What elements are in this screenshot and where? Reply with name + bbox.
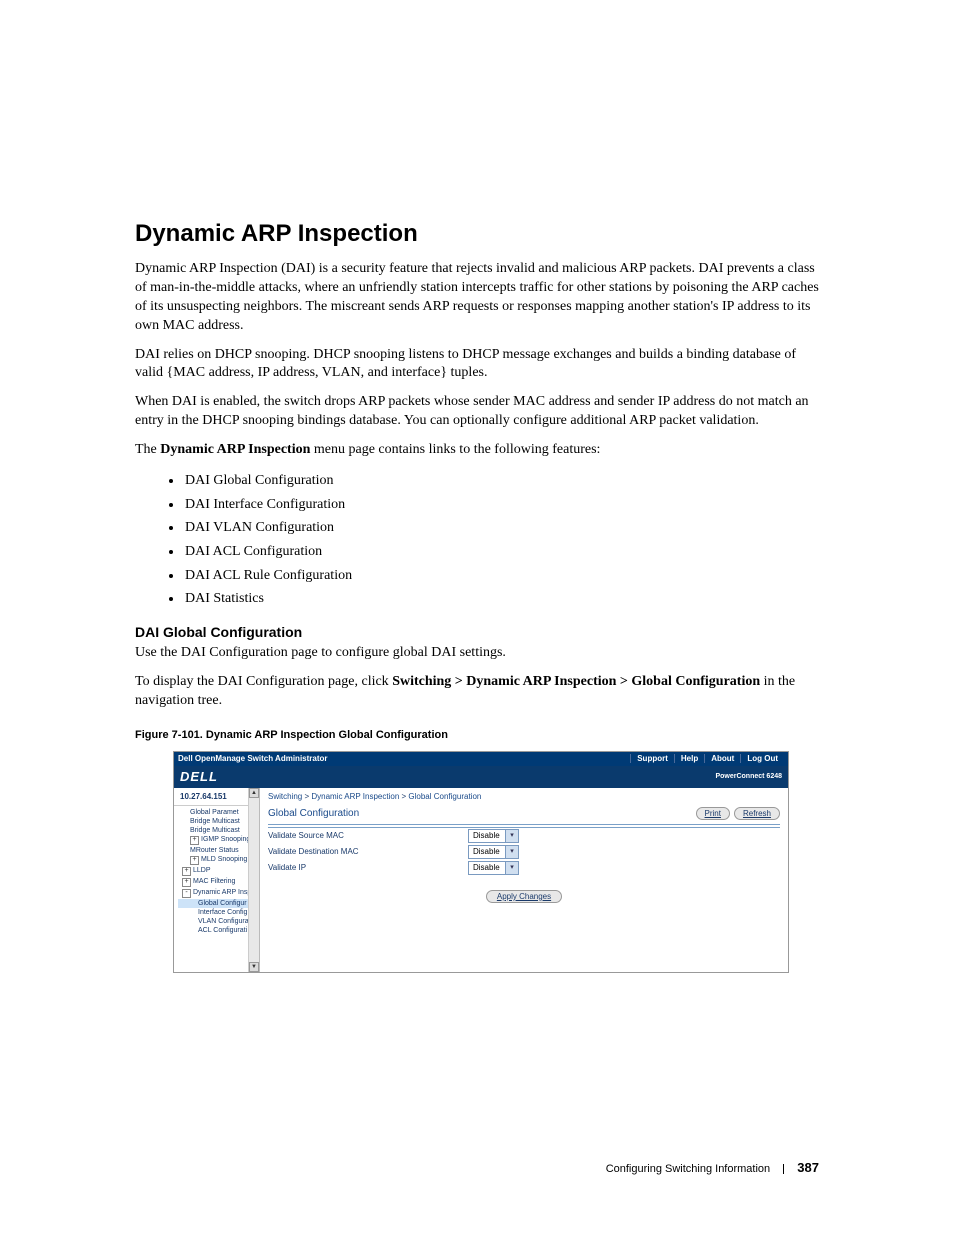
sidebar-scrollbar[interactable]: ▲ ▼ xyxy=(248,788,259,972)
text-run-bold: Switching > Dynamic ARP Inspection > Glo… xyxy=(392,674,760,689)
nav-tree: Global Paramet Bridge Multicast Bridge Mul… xyxy=(174,806,259,937)
support-link[interactable]: Support xyxy=(630,754,674,763)
expand-icon[interactable]: + xyxy=(182,878,191,887)
window-title: Dell OpenManage Switch Administrator xyxy=(178,754,328,763)
nav-tree-label: Global Paramet xyxy=(190,809,239,816)
page-footer: Configuring Switching Information 387 xyxy=(606,1160,819,1175)
nav-tree-item[interactable]: Global Paramet xyxy=(178,808,259,817)
nav-tree-label: MAC Filtering xyxy=(193,878,235,885)
product-name: PowerConnect 6248 xyxy=(715,773,782,780)
help-link[interactable]: Help xyxy=(674,754,704,763)
logout-link[interactable]: Log Out xyxy=(740,754,784,763)
form-label: Validate Source MAC xyxy=(268,831,468,840)
list-item: DAI Statistics xyxy=(183,588,819,610)
select-value: Disable xyxy=(469,863,505,872)
select-dropdown[interactable]: Disable▾ xyxy=(468,845,519,859)
breadcrumb: Switching > Dynamic ARP Inspection > Glo… xyxy=(268,792,780,801)
subsection-heading: DAI Global Configuration xyxy=(135,624,819,640)
nav-tree-item[interactable]: VLAN Configura xyxy=(178,917,259,926)
list-item: DAI Global Configuration xyxy=(183,470,819,492)
embedded-screenshot: Dell OpenManage Switch Administrator Sup… xyxy=(173,751,789,973)
refresh-button[interactable]: Refresh xyxy=(734,807,780,820)
titlebar-links: Support Help About Log Out xyxy=(630,754,784,763)
nav-tree-item[interactable]: +IGMP Snooping xyxy=(178,835,259,846)
text-run: To display the DAI Configuration page, c… xyxy=(135,674,392,689)
expand-icon[interactable]: + xyxy=(182,867,191,876)
feature-list: DAI Global Configuration DAI Interface C… xyxy=(135,470,819,610)
select-dropdown[interactable]: Disable▾ xyxy=(468,829,519,843)
nav-tree-item[interactable]: Bridge Multicast xyxy=(178,817,259,826)
nav-tree-label: MLD Snooping xyxy=(201,856,247,863)
print-button[interactable]: Print xyxy=(696,807,730,820)
about-link[interactable]: About xyxy=(704,754,740,763)
nav-tree-label: Dynamic ARP Insp xyxy=(193,889,251,896)
navigation-instruction: To display the DAI Configuration page, c… xyxy=(135,673,819,711)
form-label: Validate Destination MAC xyxy=(268,847,468,856)
window-titlebar: Dell OpenManage Switch Administrator Sup… xyxy=(174,752,788,766)
subsection-paragraph-1: Use the DAI Configuration page to config… xyxy=(135,644,819,663)
select-dropdown[interactable]: Disable▾ xyxy=(468,861,519,875)
nav-tree-label: VLAN Configura xyxy=(198,918,249,925)
navigation-sidebar: 10.27.64.151 Global Paramet Bridge Multic… xyxy=(174,788,260,972)
dell-logo: DELL xyxy=(180,769,218,784)
nav-tree-item[interactable]: +LLDP xyxy=(178,866,259,877)
breadcrumb-link[interactable]: Switching xyxy=(268,792,302,801)
intro-paragraph-3: When DAI is enabled, the switch drops AR… xyxy=(135,393,819,431)
breadcrumb-current: Global Configuration xyxy=(408,792,481,801)
nav-tree-item[interactable]: ACL Configurati xyxy=(178,926,259,935)
panel-title: Global Configuration xyxy=(268,808,359,819)
expand-icon[interactable]: + xyxy=(190,836,199,845)
scroll-up-icon[interactable]: ▲ xyxy=(249,788,259,798)
list-item: DAI VLAN Configuration xyxy=(183,517,819,539)
list-item: DAI ACL Rule Configuration xyxy=(183,565,819,587)
nav-tree-item[interactable]: Bridge Multicast xyxy=(178,826,259,835)
list-item: DAI Interface Configuration xyxy=(183,494,819,516)
nav-tree-label: Global Configur xyxy=(198,900,247,907)
nav-tree-label: Interface Config xyxy=(198,909,247,916)
device-ip: 10.27.64.151 xyxy=(174,788,259,806)
nav-tree-item[interactable]: MRouter Status xyxy=(178,846,259,855)
figure-caption: Figure 7-101. Dynamic ARP Inspection Glo… xyxy=(135,729,819,741)
nav-tree-item[interactable]: Global Configur xyxy=(178,899,259,908)
intro-paragraph-2: DAI relies on DHCP snooping. DHCP snoopi… xyxy=(135,346,819,384)
form-row: Validate IPDisable▾ xyxy=(268,860,780,876)
nav-tree-item[interactable]: +MAC Filtering xyxy=(178,877,259,888)
text-run-bold: Dynamic ARP Inspection xyxy=(160,442,310,457)
nav-tree-label: IGMP Snooping xyxy=(201,836,250,843)
apply-changes-button[interactable]: Apply Changes xyxy=(486,890,562,903)
main-panel: Switching > Dynamic ARP Inspection > Glo… xyxy=(260,788,788,972)
nav-tree-label: MRouter Status xyxy=(190,847,239,854)
list-item: DAI ACL Configuration xyxy=(183,541,819,563)
text-run: menu page contains links to the followin… xyxy=(310,442,600,457)
form-row: Validate Source MACDisable▾ xyxy=(268,828,780,844)
nav-tree-label: Bridge Multicast xyxy=(190,827,240,834)
breadcrumb-link[interactable]: Dynamic ARP Inspection xyxy=(311,792,399,801)
nav-tree-item[interactable]: Interface Config xyxy=(178,908,259,917)
section-heading: Dynamic ARP Inspection xyxy=(135,220,819,248)
chevron-down-icon[interactable]: ▾ xyxy=(505,846,518,858)
form-label: Validate IP xyxy=(268,863,468,872)
form-row: Validate Destination MACDisable▾ xyxy=(268,844,780,860)
select-value: Disable xyxy=(469,847,505,856)
select-value: Disable xyxy=(469,831,505,840)
collapse-icon[interactable]: - xyxy=(182,889,191,898)
chevron-down-icon[interactable]: ▾ xyxy=(505,862,518,874)
page-number: 387 xyxy=(797,1160,819,1175)
intro-paragraph-1: Dynamic ARP Inspection (DAI) is a securi… xyxy=(135,260,819,336)
nav-tree-item[interactable]: -Dynamic ARP Insp xyxy=(178,888,259,899)
menu-intro-line: The Dynamic ARP Inspection menu page con… xyxy=(135,441,819,460)
nav-tree-label: Bridge Multicast xyxy=(190,818,240,825)
chevron-down-icon[interactable]: ▾ xyxy=(505,830,518,842)
scroll-down-icon[interactable]: ▼ xyxy=(249,962,259,972)
nav-tree-label: LLDP xyxy=(193,867,211,874)
logo-bar: DELL PowerConnect 6248 xyxy=(174,766,788,788)
nav-tree-label: ACL Configurati xyxy=(198,927,247,934)
text-run: The xyxy=(135,442,160,457)
footer-section-title: Configuring Switching Information xyxy=(606,1163,770,1175)
expand-icon[interactable]: + xyxy=(190,856,199,865)
nav-tree-item[interactable]: +MLD Snooping xyxy=(178,855,259,866)
